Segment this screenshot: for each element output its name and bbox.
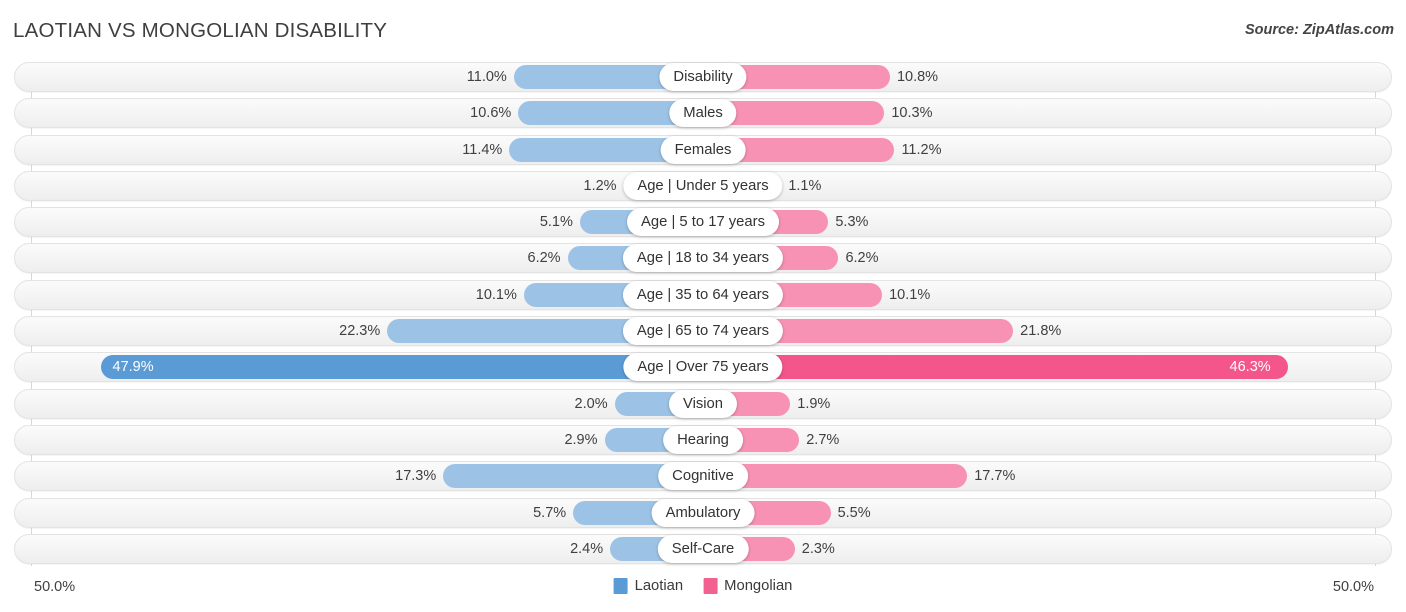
bar-value-laotian: 10.1%	[475, 286, 517, 303]
bar-value-laotian: 5.7%	[533, 504, 567, 521]
bar-value-mongolian: 10.1%	[889, 286, 931, 303]
bar-row: 47.9% 46.3% Age | Over 75 years	[14, 352, 1392, 383]
bar-row-label: Females	[660, 135, 746, 164]
bar-value-mongolian: 46.3%	[1229, 359, 1271, 376]
legend-label-mongolian: Mongolian	[724, 578, 793, 594]
bar-value-laotian: 2.9%	[564, 431, 598, 448]
chart-header: LAOTIAN VS MONGOLIAN DISABILITY Source: …	[0, 0, 1406, 58]
bar-row-label: Hearing	[663, 425, 743, 454]
bar-value-mongolian: 10.8%	[896, 69, 939, 85]
bar-row-label: Males	[669, 99, 737, 128]
chart-footer: 50.0% 50.0% Laotian Mongolian	[0, 575, 1406, 612]
bar-row: 22.3% 21.8% Age | 65 to 74 years	[14, 316, 1392, 347]
bar-row: 17.3% 17.7% Cognitive	[14, 461, 1392, 492]
bar-row-label: Age | 35 to 64 years	[622, 280, 784, 309]
bar-mongolian[interactable]	[703, 355, 1288, 380]
page-title: LAOTIAN VS MONGOLIAN DISABILITY	[13, 19, 388, 42]
bar-row: 11.4% 11.2% Females	[14, 134, 1392, 165]
bar-row-label: Cognitive	[658, 462, 748, 491]
bar-row: 6.2% 6.2% Age | 18 to 34 years	[14, 243, 1392, 274]
bar-row-label: Age | 5 to 17 years	[627, 208, 779, 237]
bar-value-mongolian: 5.5%	[837, 504, 871, 521]
bar-value-mongolian: 1.1%	[788, 177, 822, 194]
legend-swatch-icon-laotian	[613, 578, 628, 594]
legend-item-laotian[interactable]: Laotian	[613, 578, 684, 594]
bar-value-mongolian: 6.2%	[845, 250, 879, 267]
bar-value-laotian: 2.4%	[570, 540, 604, 557]
chart-plot-area: 11.0% 10.8% Disability 10.6% 10.3% Males 11.4%…	[0, 62, 1406, 574]
bar-value-mongolian: 2.3%	[801, 540, 835, 557]
axis-label-right: 50.0%	[1332, 579, 1374, 595]
bar-row: 5.7% 5.5% Ambulatory	[14, 497, 1392, 528]
bar-value-laotian: 5.1%	[539, 214, 573, 231]
bar-row: 2.0% 1.9% Vision	[14, 388, 1392, 419]
bar-value-laotian: 11.0%	[466, 69, 507, 85]
bar-row: 5.1% 5.3% Age | 5 to 17 years	[14, 207, 1392, 238]
bar-row: 10.6% 10.3% Males	[14, 98, 1392, 129]
bar-value-mongolian: 10.3%	[891, 105, 933, 122]
legend-swatch-icon-mongolian	[703, 578, 718, 594]
bar-row: 10.1% 10.1% Age | 35 to 64 years	[14, 279, 1392, 310]
bar-row-label: Age | Under 5 years	[623, 171, 783, 200]
bar-row-label: Vision	[668, 389, 738, 418]
bar-value-laotian: 1.2%	[583, 177, 617, 194]
bar-row: 1.2% 1.1% Age | Under 5 years	[14, 170, 1392, 201]
bar-value-laotian: 22.3%	[339, 323, 381, 340]
bar-rows-container: 11.0% 10.8% Disability 10.6% 10.3% Males 11.4%…	[0, 62, 1406, 570]
bar-row: 2.4% 2.3% Self-Care	[14, 533, 1392, 564]
bar-value-mongolian: 2.7%	[806, 431, 840, 448]
bar-value-laotian: 47.9%	[112, 359, 154, 376]
bar-row: 11.0% 10.8% Disability	[14, 62, 1392, 92]
chart-legend: Laotian Mongolian	[613, 578, 792, 594]
bar-row-label: Age | 18 to 34 years	[622, 244, 784, 273]
bar-row-label: Self-Care	[657, 534, 749, 563]
bar-value-laotian: 11.4%	[462, 141, 503, 158]
bar-value-laotian: 6.2%	[527, 250, 561, 267]
bar-row-label: Disability	[659, 63, 747, 91]
bar-value-mongolian: 21.8%	[1020, 323, 1062, 340]
bar-value-mongolian: 17.7%	[974, 468, 1016, 485]
bar-value-mongolian: 5.3%	[835, 214, 869, 231]
bar-value-mongolian: 11.2%	[901, 141, 942, 158]
bar-value-mongolian: 1.9%	[797, 395, 831, 412]
bar-value-laotian: 10.6%	[470, 105, 512, 122]
legend-item-mongolian[interactable]: Mongolian	[703, 578, 792, 594]
bar-value-laotian: 17.3%	[395, 468, 437, 485]
bar-laotian[interactable]	[100, 355, 703, 380]
axis-label-left: 50.0%	[34, 579, 76, 595]
bar-row-label: Ambulatory	[651, 498, 755, 527]
bar-row: 2.9% 2.7% Hearing	[14, 424, 1392, 455]
legend-label-laotian: Laotian	[634, 578, 684, 594]
bar-row-label: Age | Over 75 years	[623, 353, 783, 382]
bar-row-label: Age | 65 to 74 years	[622, 317, 784, 346]
bar-value-laotian: 2.0%	[574, 395, 608, 412]
source-attribution: Source: ZipAtlas.com	[1244, 22, 1394, 38]
